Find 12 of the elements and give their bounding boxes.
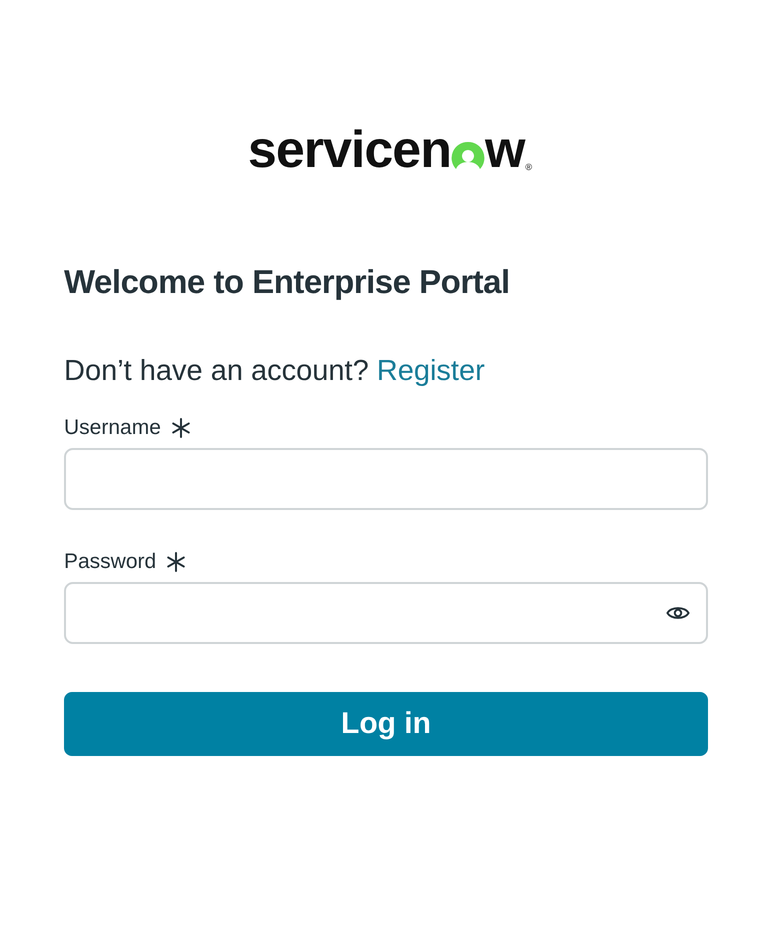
login-button[interactable]: Log in (64, 692, 708, 756)
register-link[interactable]: Register (376, 354, 485, 387)
field-label: Username (64, 416, 161, 440)
logo-text: servicen (248, 124, 451, 176)
register-prompt: Don’t have an account? Register (64, 354, 486, 388)
field-label: Password (64, 550, 156, 574)
registered-mark: ® (525, 162, 532, 172)
logo-text: w (484, 124, 524, 176)
username-field[interactable] (64, 448, 708, 510)
password-field[interactable] (64, 582, 708, 644)
eye-icon[interactable] (666, 605, 690, 622)
page-title: Welcome to Enterprise Portal (64, 262, 511, 302)
